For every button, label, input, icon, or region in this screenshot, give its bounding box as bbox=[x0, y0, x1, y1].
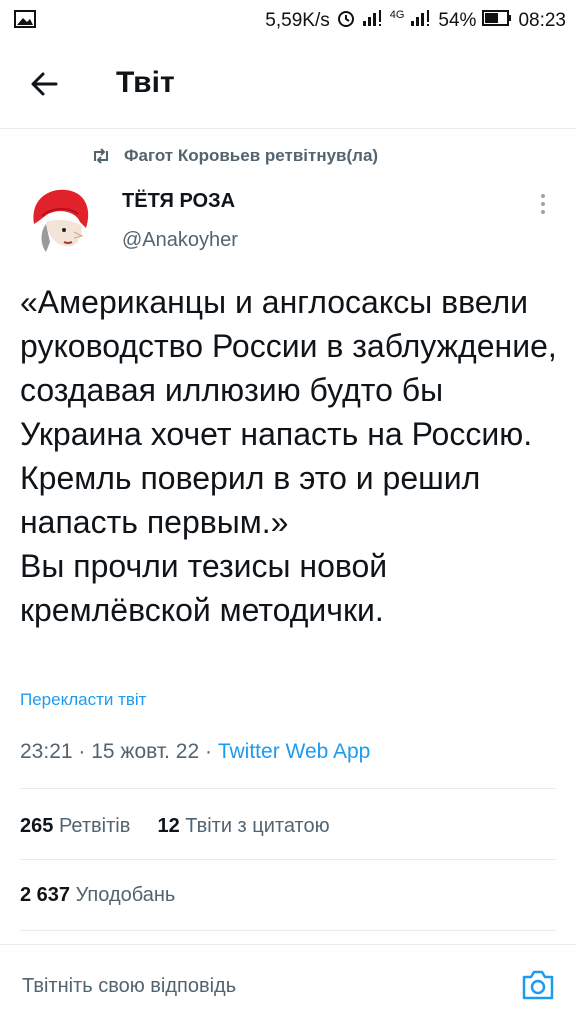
quotes-count: 12 bbox=[157, 815, 180, 837]
likes-count: 2 637 bbox=[20, 884, 71, 906]
retweet-stats: 265 Ретвітів 12 Твіти з цитатою bbox=[20, 815, 330, 838]
divider bbox=[20, 859, 556, 860]
signal-icon-2 bbox=[410, 9, 432, 33]
quotes-stat[interactable]: 12 Твіти з цитатою bbox=[157, 815, 329, 837]
network-speed: 5,59K/s bbox=[265, 10, 330, 31]
likes-stats[interactable]: 2 637 Уподобань bbox=[20, 884, 175, 907]
more-options-button[interactable] bbox=[534, 190, 552, 220]
divider bbox=[20, 930, 556, 931]
tweet-text: «Американцы и англосаксы ввели руководст… bbox=[20, 284, 557, 628]
tweet-time: 23:21 bbox=[20, 740, 73, 763]
signal-icon bbox=[362, 9, 384, 33]
author-name[interactable]: ТЁТЯ РОЗА bbox=[122, 190, 235, 213]
app-header: Твіт bbox=[0, 40, 576, 129]
tweet-meta: 23:21 · 15 жовт. 22 · Twitter Web App bbox=[20, 740, 370, 764]
network-type: 4G bbox=[389, 9, 405, 21]
retweets-stat[interactable]: 265 Ретвітів bbox=[20, 815, 130, 837]
likes-label: Уподобань bbox=[75, 884, 176, 906]
retweets-label: Ретвітів bbox=[58, 815, 131, 837]
back-button[interactable] bbox=[22, 62, 66, 106]
status-bar: 5,59K/s 4G 54% 08:23 bbox=[0, 0, 576, 40]
retweets-count: 265 bbox=[20, 815, 54, 837]
retweet-icon bbox=[94, 148, 108, 164]
retweet-attribution[interactable]: Фагот Коровьев ретвітнув(ла) bbox=[90, 143, 378, 169]
tweet-source[interactable]: Twitter Web App bbox=[218, 740, 371, 763]
page-title: Твіт bbox=[116, 66, 175, 99]
camera-button[interactable] bbox=[520, 967, 556, 1003]
camera-icon bbox=[522, 970, 554, 1000]
arrow-left-icon bbox=[31, 72, 58, 96]
reply-input[interactable]: Твітніть свою відповідь bbox=[22, 975, 236, 998]
meta-separator: · bbox=[205, 740, 218, 763]
battery-percent: 54% bbox=[438, 10, 477, 31]
clock: 08:23 bbox=[518, 10, 566, 31]
more-vertical-icon bbox=[541, 194, 545, 214]
alarm-icon bbox=[336, 8, 356, 34]
avatar[interactable] bbox=[20, 182, 100, 262]
avatar-image bbox=[20, 182, 100, 262]
reply-bar: Твітніть свою відповідь bbox=[0, 944, 576, 1025]
tweet-date: 15 жовт. 22 bbox=[91, 740, 200, 763]
battery-icon bbox=[482, 10, 512, 32]
meta-separator: · bbox=[78, 740, 92, 763]
divider bbox=[20, 788, 556, 789]
translate-link[interactable]: Перекласти твіт bbox=[20, 690, 146, 710]
author-handle[interactable]: @Anakoyher bbox=[122, 229, 238, 252]
retweet-text: Фагот Коровьев ретвітнув(ла) bbox=[124, 146, 379, 165]
quotes-label: Твіти з цитатою bbox=[185, 815, 330, 837]
gallery-icon bbox=[14, 9, 36, 35]
